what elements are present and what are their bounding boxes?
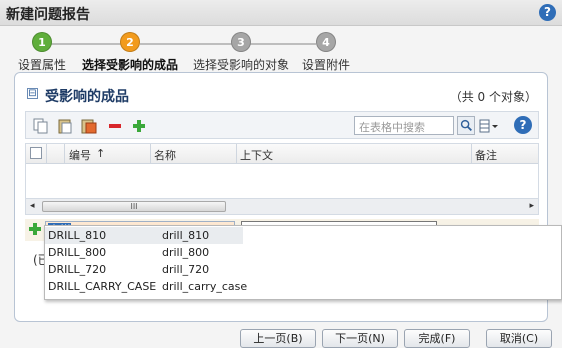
section-header: ⊟ 受影响的成品 （共 0 个对象） <box>25 85 539 107</box>
affected-products-table: 编号 ↑ 名称 上下文 备注 ◂ III ▸ <box>25 143 539 215</box>
suggestion-item[interactable]: DRILL_800 drill_800 <box>45 244 243 261</box>
suggestion-number: DRILL_720 <box>48 263 107 276</box>
table-toolbar: 在表格中搜索 ? <box>25 111 539 139</box>
autocomplete-dropdown: DRILL_810 drill_810 DRILL_800 drill_800 … <box>44 225 562 300</box>
suggestion-number: DRILL_800 <box>48 246 107 259</box>
column-number[interactable]: 编号 <box>69 147 91 163</box>
suggestion-name: drill_810 <box>162 229 210 242</box>
title-bar: 新建问题报告 ? <box>0 0 562 26</box>
help-icon[interactable]: ? <box>539 4 556 21</box>
suggestion-item[interactable]: DRILL_810 drill_810 <box>45 227 243 244</box>
add-icon[interactable] <box>130 117 148 135</box>
step-set-attachments[interactable]: 4 设置附件 <box>300 32 352 73</box>
scrollbar-thumb[interactable]: III <box>42 201 226 212</box>
previous-button[interactable]: 上一页(B) <box>240 329 316 348</box>
copy-icon[interactable] <box>32 117 50 135</box>
sort-ascending-icon: ↑ <box>96 147 106 160</box>
scroll-right-icon[interactable]: ▸ <box>529 201 534 211</box>
table-header: 编号 ↑ 名称 上下文 备注 <box>26 144 538 164</box>
help-icon[interactable]: ? <box>514 116 532 134</box>
paste-icon[interactable] <box>56 117 74 135</box>
suggestion-item[interactable]: DRILL_720 drill_720 <box>45 261 243 278</box>
window-title: 新建问题报告 <box>6 7 90 23</box>
search-icon[interactable] <box>457 116 475 135</box>
column-name[interactable]: 名称 <box>154 147 176 163</box>
step-label: 设置属性 <box>17 58 66 72</box>
scroll-left-icon[interactable]: ◂ <box>30 201 35 211</box>
cancel-button[interactable]: 取消(C) <box>486 329 552 348</box>
step-number: 4 <box>316 32 336 52</box>
suggestion-number: DRILL_810 <box>48 229 107 242</box>
step-select-affected-objects[interactable]: 3 选择受影响的对象 <box>192 32 290 73</box>
finish-button[interactable]: 完成(F) <box>404 329 470 348</box>
step-set-attributes[interactable]: 1 设置属性 <box>16 32 68 73</box>
paste-special-icon[interactable] <box>80 117 98 135</box>
wizard-steps: 1 设置属性 2 选择受影响的成品 3 选择受影响的对象 4 设置附件 <box>0 26 562 72</box>
suggestion-name: drill_720 <box>162 263 210 276</box>
horizontal-scrollbar[interactable]: ◂ III ▸ <box>26 198 538 214</box>
table-search-input[interactable]: 在表格中搜索 <box>354 116 454 135</box>
column-remarks[interactable]: 备注 <box>475 147 497 163</box>
step-label: 设置附件 <box>301 58 350 72</box>
suggestion-item[interactable]: DRILL_CARRY_CASE drill_carry_case <box>45 278 247 295</box>
section-title: 受影响的成品 <box>45 89 129 105</box>
step-number: 2 <box>120 32 140 52</box>
step-label: 选择受影响的对象 <box>192 58 289 72</box>
view-menu-icon[interactable] <box>478 117 500 135</box>
select-all-checkbox[interactable] <box>30 147 42 159</box>
step-number: 1 <box>32 32 52 52</box>
step-number: 3 <box>231 32 251 52</box>
add-icon[interactable] <box>28 222 42 236</box>
collapse-icon[interactable]: ⊟ <box>27 88 38 99</box>
remove-icon[interactable] <box>106 117 124 135</box>
suggestion-number: DRILL_CARRY_CASE <box>48 280 157 293</box>
step-select-affected-products[interactable]: 2 选择受影响的成品 <box>78 32 182 73</box>
suggestion-name: drill_carry_case <box>162 280 248 293</box>
suggestion-name: drill_800 <box>162 246 210 259</box>
step-label: 选择受影响的成品 <box>81 58 178 72</box>
object-count: （共 0 个对象） <box>449 90 537 104</box>
next-button[interactable]: 下一页(N) <box>322 329 398 348</box>
column-context[interactable]: 上下文 <box>240 147 273 163</box>
